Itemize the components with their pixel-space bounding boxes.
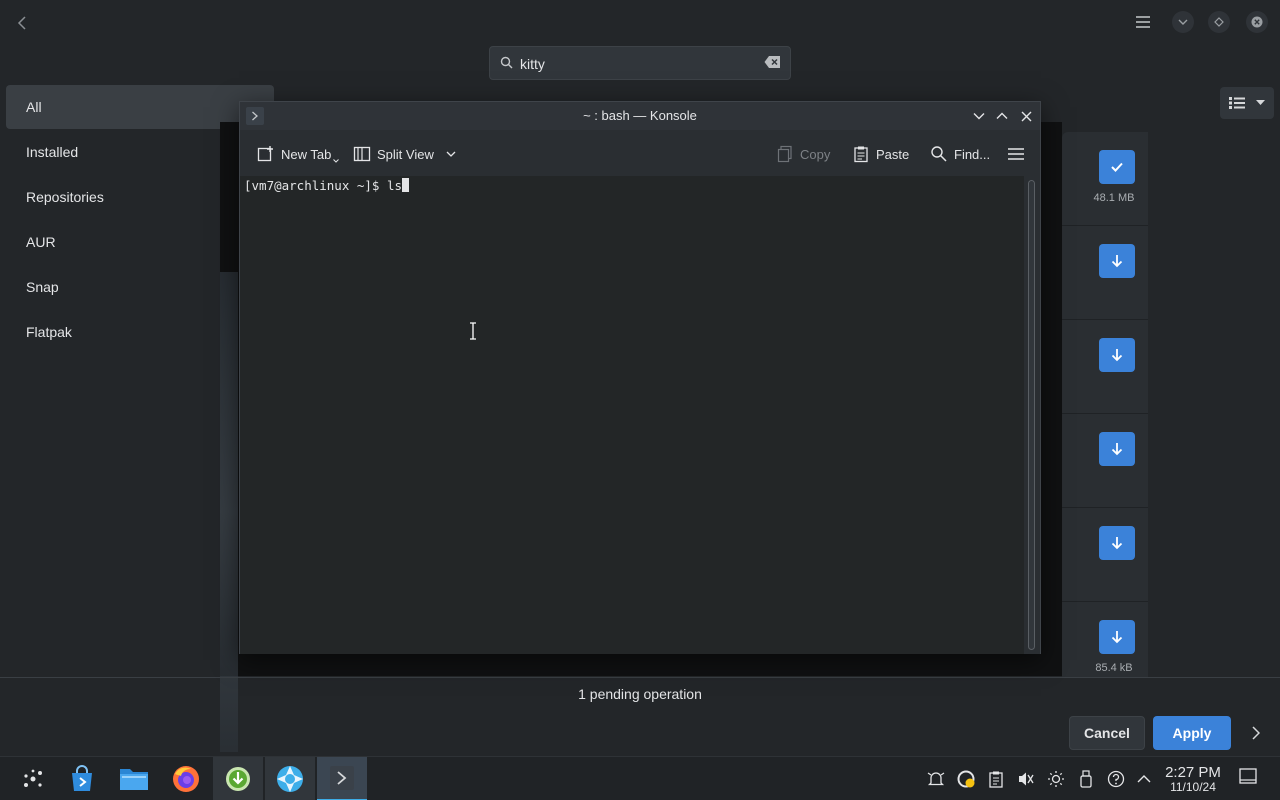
- search-input[interactable]: [520, 54, 750, 74]
- new-tab-icon: [257, 146, 273, 162]
- system-settings-icon[interactable]: [265, 757, 315, 800]
- minimize-icon[interactable]: [1172, 11, 1194, 33]
- chevron-down-icon: [446, 151, 456, 157]
- app-size: 85.4 kB: [1095, 662, 1133, 674]
- show-hidden-icons-arrow[interactable]: [1134, 769, 1154, 789]
- hamburger-menu-button[interactable]: [1007, 143, 1025, 165]
- removable-device-icon[interactable]: [1076, 769, 1096, 789]
- sidebar-item-label: Snap: [26, 279, 59, 295]
- minimize-icon[interactable]: [970, 107, 988, 125]
- application-launcher-icon[interactable]: [8, 757, 58, 800]
- copy-button[interactable]: Copy: [776, 143, 830, 165]
- scrollbar[interactable]: [1024, 176, 1040, 654]
- clock-date[interactable]: 11/10/24: [1158, 780, 1228, 794]
- download-icon: [1111, 255, 1123, 268]
- sidebar-item-label: AUR: [26, 234, 56, 250]
- install-button[interactable]: [1099, 526, 1135, 560]
- terminal-area[interactable]: [vm7@archlinux ~]$ ls: [240, 176, 1024, 654]
- window-title: ~ : bash — Konsole: [583, 108, 697, 123]
- firefox-icon[interactable]: [161, 757, 211, 800]
- clock-time[interactable]: 2:27 PM: [1158, 764, 1228, 781]
- search-icon: [931, 146, 947, 162]
- taskbar: [0, 756, 1280, 800]
- view-mode-button[interactable]: [1220, 87, 1274, 119]
- split-view-icon: [353, 146, 371, 162]
- konsole-icon[interactable]: [317, 757, 367, 800]
- app-size: 48.1 MB: [1093, 192, 1135, 204]
- sidebar-item-label: Flatpak: [26, 324, 72, 340]
- update-notifier-icon[interactable]: [956, 769, 976, 789]
- list-item[interactable]: [1062, 322, 1148, 414]
- scrollbar-thumb[interactable]: [1028, 180, 1035, 650]
- install-button[interactable]: [1099, 244, 1135, 278]
- chevron-down-icon: [1256, 100, 1265, 105]
- sidebar-item-label: Repositories: [26, 189, 104, 205]
- install-button[interactable]: [1099, 620, 1135, 654]
- maximize-icon[interactable]: [1208, 11, 1230, 33]
- package-updater-icon[interactable]: [213, 757, 263, 800]
- list-item[interactable]: [1062, 510, 1148, 602]
- top-bar: [0, 0, 1280, 46]
- pending-operations-label: 1 pending operation: [578, 686, 702, 702]
- sidebar-item-label: All: [26, 99, 42, 115]
- copy-label: Copy: [800, 146, 831, 162]
- brightness-icon[interactable]: [1046, 769, 1066, 789]
- list-item[interactable]: 48.1 MB: [1062, 134, 1148, 226]
- chevron-down-icon: [333, 159, 340, 163]
- install-button[interactable]: [1099, 432, 1135, 466]
- notifications-icon[interactable]: [926, 769, 946, 789]
- konsole-window: ~ : bash — Konsole New Tab Split View Co…: [239, 101, 1041, 654]
- divider: [0, 677, 1280, 678]
- install-button[interactable]: [1099, 338, 1135, 372]
- hamburger-menu-icon: [1008, 148, 1024, 160]
- search-icon: [500, 56, 513, 72]
- download-icon: [1111, 537, 1123, 550]
- chevron-right-icon[interactable]: [1246, 722, 1266, 744]
- split-view-button[interactable]: Split View: [353, 143, 456, 165]
- list-item[interactable]: 85.4 kB: [1062, 604, 1148, 678]
- checkmark-icon: [1111, 162, 1123, 172]
- maximize-icon[interactable]: [993, 107, 1011, 125]
- installed-check-button[interactable]: [1099, 150, 1135, 184]
- new-tab-label: New Tab: [281, 146, 332, 162]
- paste-label: Paste: [876, 146, 910, 162]
- find-button[interactable]: Find...: [930, 143, 990, 165]
- find-label: Find...: [954, 146, 991, 162]
- back-arrow-icon[interactable]: [10, 10, 36, 36]
- terminal-prompt: [vm7@archlinux ~]$ ls: [244, 178, 403, 193]
- volume-muted-icon[interactable]: [1016, 769, 1036, 789]
- toolbar: New Tab Split View Copy Paste Find...: [240, 130, 1040, 176]
- download-icon: [1111, 631, 1123, 644]
- title-bar[interactable]: ~ : bash — Konsole: [240, 102, 1040, 130]
- download-icon: [1111, 443, 1123, 456]
- new-tab-button[interactable]: New Tab: [257, 143, 340, 165]
- show-desktop-icon[interactable]: [1238, 766, 1258, 786]
- sidebar-item-label: Installed: [26, 144, 79, 160]
- search-field[interactable]: [489, 46, 791, 80]
- apply-button[interactable]: Apply: [1153, 716, 1231, 750]
- hamburger-menu-icon[interactable]: [1131, 10, 1155, 34]
- paste-icon: [854, 146, 868, 163]
- copy-icon: [777, 145, 792, 163]
- close-icon[interactable]: [1246, 11, 1268, 33]
- text-cursor: [402, 178, 410, 192]
- dolphin-files-icon[interactable]: [109, 757, 159, 800]
- list-view-icon: [1229, 97, 1245, 109]
- ibeam-cursor-icon: [470, 322, 476, 340]
- terminal-output: [vm7@archlinux ~]$ ls: [244, 178, 410, 193]
- download-icon: [1111, 349, 1123, 362]
- split-view-label: Split View: [377, 146, 434, 162]
- close-icon[interactable]: [1017, 107, 1035, 125]
- cancel-button[interactable]: Cancel: [1069, 716, 1145, 750]
- discover-store-icon[interactable]: [57, 757, 107, 800]
- list-item[interactable]: [1062, 416, 1148, 508]
- paste-button[interactable]: Paste: [852, 143, 909, 165]
- clear-search-icon[interactable]: [764, 55, 782, 71]
- list-item[interactable]: [1062, 228, 1148, 320]
- clipboard-icon[interactable]: [986, 769, 1006, 789]
- help-icon[interactable]: [1106, 769, 1126, 789]
